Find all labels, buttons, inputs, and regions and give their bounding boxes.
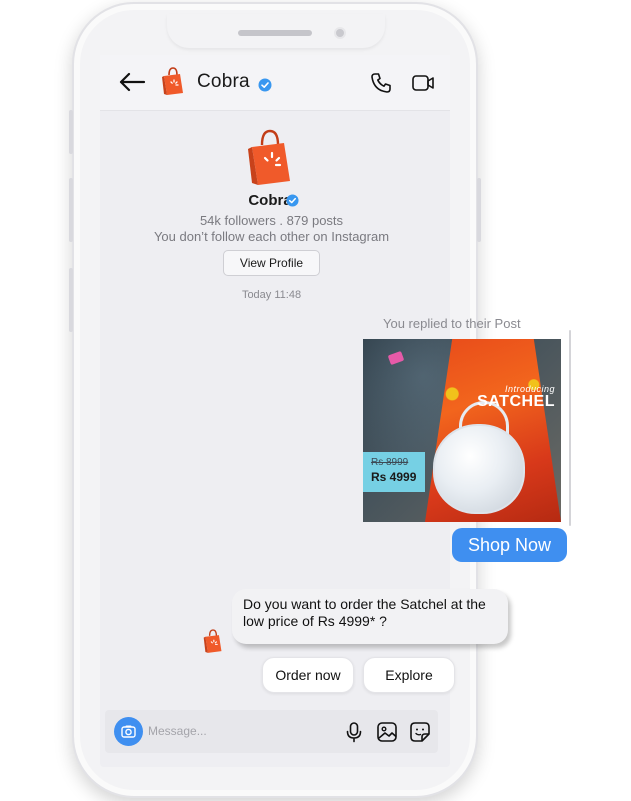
- speaker: [238, 30, 312, 36]
- message-timestamp: Today 11:48: [241, 289, 302, 301]
- view-profile-button[interactable]: View Profile: [223, 250, 320, 276]
- reply-indicator-bar: [569, 330, 571, 526]
- camera-button[interactable]: [114, 717, 143, 746]
- sender-avatar-icon: [203, 629, 222, 653]
- bot-message-bubble: Do you want to order the Satchel at the …: [232, 589, 508, 644]
- replied-note: You replied to their Post: [383, 316, 521, 331]
- quick-reply-explore[interactable]: Explore: [363, 657, 455, 693]
- verified-badge-icon: [286, 194, 299, 207]
- follow-status-note: You don’t follow each other on Instagram: [153, 229, 390, 244]
- verified-badge-icon: [258, 78, 272, 92]
- front-camera: [334, 27, 346, 39]
- sticker-icon[interactable]: [409, 721, 431, 743]
- gallery-icon[interactable]: [376, 721, 398, 743]
- profile-name: Cobra: [0, 192, 540, 209]
- side-button-left-1: [69, 110, 73, 154]
- phone-call-icon[interactable]: [370, 72, 392, 94]
- header-title[interactable]: Cobra: [197, 71, 250, 93]
- chat-header: [100, 55, 450, 111]
- camera-icon: [121, 725, 136, 738]
- price-tag: Rs 8999 Rs 4999: [363, 452, 425, 492]
- post-title-text: SATCHEL: [477, 393, 555, 410]
- video-call-icon[interactable]: [411, 72, 435, 94]
- profile-logo-icon: [248, 129, 290, 185]
- quick-reply-order-now[interactable]: Order now: [262, 657, 354, 693]
- new-price: Rs 4999: [371, 470, 417, 484]
- satchel-bag: [433, 424, 525, 514]
- back-arrow-icon[interactable]: [118, 71, 146, 93]
- microphone-icon[interactable]: [345, 721, 363, 743]
- message-input[interactable]: [148, 721, 328, 741]
- profile-stats: 54k followers . 879 posts: [199, 213, 344, 228]
- old-price: Rs 8999: [371, 457, 409, 468]
- brand-logo-icon: [162, 67, 183, 95]
- shop-now-button[interactable]: Shop Now: [452, 528, 567, 562]
- shared-post-image[interactable]: Introducing SATCHEL Rs 8999 Rs 4999: [363, 339, 561, 522]
